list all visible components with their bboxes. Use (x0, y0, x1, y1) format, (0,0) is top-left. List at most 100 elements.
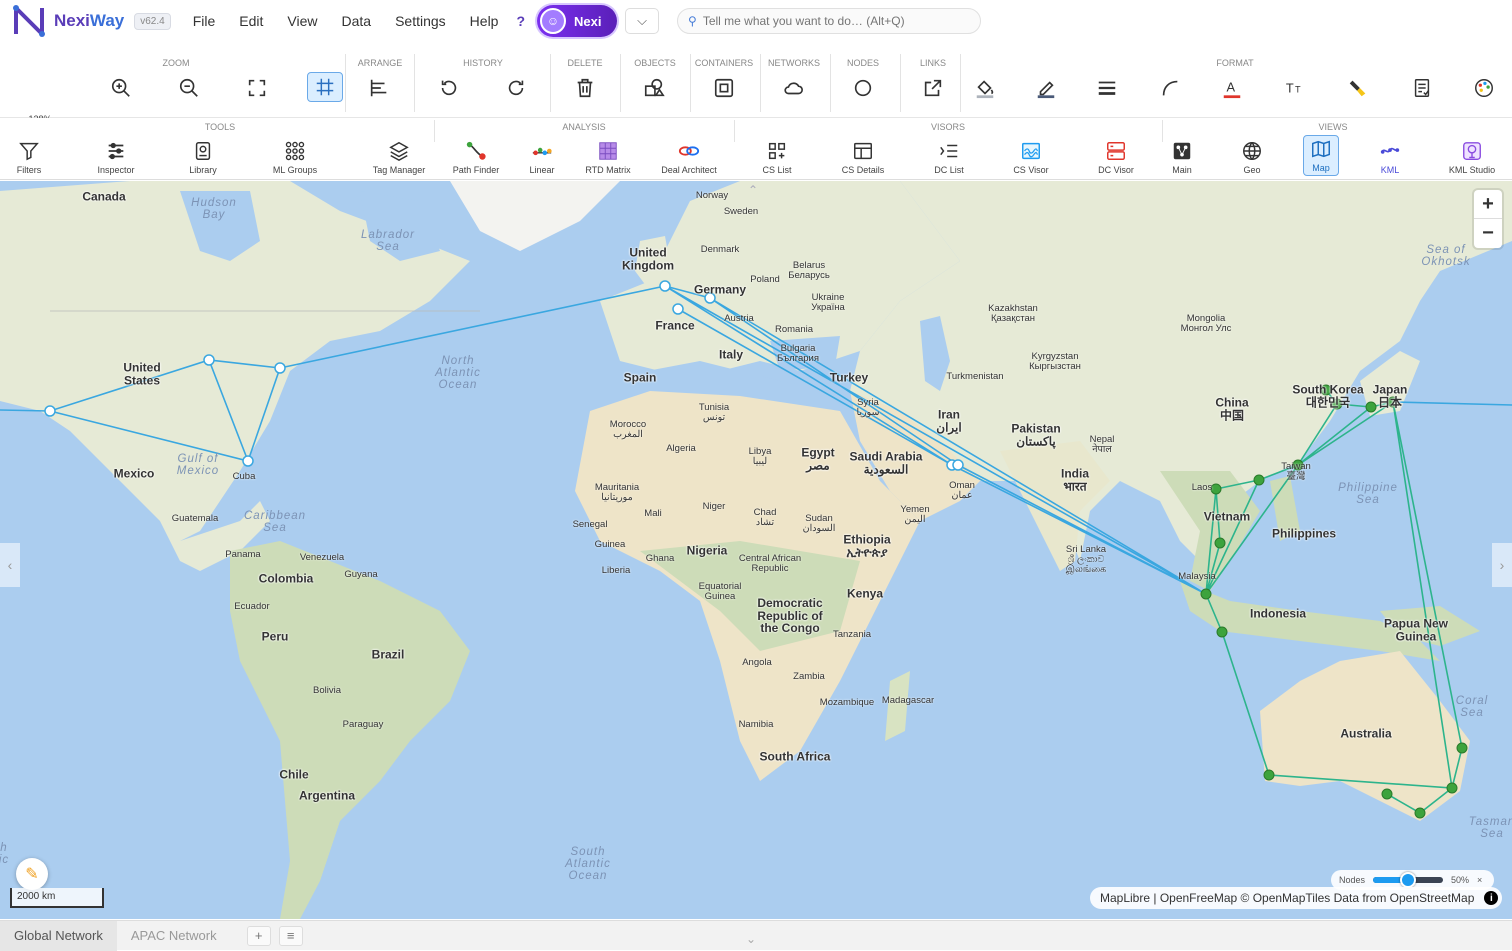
redo-button[interactable] (503, 74, 529, 102)
zoom-in-icon (111, 78, 130, 97)
nodes-button[interactable] (850, 74, 876, 102)
map-label-turkey: Turkey (829, 370, 869, 385)
nexi-assistant-button[interactable]: ☺ Nexi (537, 5, 618, 37)
map-label-namibia: Namibia (738, 719, 774, 731)
library-button[interactable]: Library (180, 138, 226, 176)
dc-visor-button[interactable]: DC Visor (1092, 138, 1140, 176)
separator (734, 120, 735, 142)
kml-studio-button[interactable]: KML Studio (1444, 138, 1500, 176)
cloud-icon (784, 82, 803, 95)
map-label-mongolia: Mongolia Монгол Улс (1180, 313, 1232, 334)
font-size-button[interactable]: TT (1282, 74, 1308, 102)
wave-monitor-icon (1022, 142, 1040, 159)
undo-button[interactable] (436, 74, 462, 102)
networks-button[interactable] (780, 74, 806, 102)
menu-settings[interactable]: Settings (395, 13, 446, 29)
map-label-chad: Chad تشاد (753, 507, 777, 528)
cs-list-button[interactable]: CS List (758, 138, 796, 176)
attribution-link-osm[interactable]: OpenStreetMap (1390, 891, 1475, 905)
line-color-button[interactable] (1033, 74, 1059, 102)
menu-edit[interactable]: Edit (239, 13, 263, 29)
collapse-ribbon-button[interactable]: ⌵ (625, 8, 660, 34)
pan-up-button[interactable]: ⌃ (748, 183, 758, 197)
inspector-button[interactable]: Inspector (88, 138, 144, 176)
group-visors: VISORS (930, 122, 965, 132)
map-zoom-out-button[interactable]: − (1474, 219, 1502, 248)
map-label-sea-of-okhotsk: Sea of Okhotsk (1421, 243, 1471, 268)
tab-menu-button[interactable]: ≡ (278, 925, 303, 946)
tag-manager-button[interactable]: Tag Manager (368, 138, 430, 176)
slider-handle[interactable] (1400, 872, 1417, 888)
map-zoom-in-button[interactable]: + (1474, 190, 1502, 219)
grid-toggle-button[interactable] (307, 72, 343, 102)
rtd-matrix-button[interactable]: RTD Matrix (582, 138, 634, 176)
curve-button[interactable] (1157, 74, 1183, 102)
properties-button[interactable] (1409, 74, 1435, 102)
fullscreen-icon (248, 79, 266, 97)
app-logo[interactable]: NexiWay v62.4 (12, 4, 171, 38)
map-scale-bar: 2000 km (10, 888, 104, 908)
containers-button[interactable] (711, 74, 737, 102)
expand-panel-button[interactable]: ⌄ (746, 932, 756, 946)
arrange-button[interactable] (366, 74, 392, 102)
fill-color-button[interactable] (972, 74, 998, 102)
pan-right-button[interactable]: › (1492, 543, 1512, 587)
fit-screen-button[interactable] (244, 74, 270, 102)
map-label-india: India भारत (1060, 466, 1090, 493)
theme-button[interactable] (1471, 74, 1497, 102)
separator (960, 54, 961, 112)
filter-icon (19, 142, 39, 160)
dc-list-button[interactable]: DC List (928, 138, 970, 176)
path-finder-button[interactable]: Path Finder (448, 138, 504, 176)
cs-details-button[interactable]: CS Details (836, 138, 890, 176)
highlight-button[interactable] (1345, 74, 1371, 102)
tab-apac-network[interactable]: APAC Network (117, 921, 231, 951)
pan-left-button[interactable]: ‹ (0, 543, 20, 587)
zoom-out-button[interactable] (176, 74, 202, 102)
help-question-button[interactable]: ? (516, 13, 525, 29)
map-label-bolivia: Bolivia (313, 685, 341, 697)
add-tab-button[interactable]: + (246, 925, 271, 946)
tab-global-network[interactable]: Global Network (0, 920, 117, 951)
main-view-button[interactable]: Main (1164, 138, 1200, 176)
chevron-down-icon: ⌄ (746, 932, 757, 946)
font-color-button[interactable]: A (1219, 74, 1245, 102)
map-label-guyana: Guyana (344, 569, 378, 581)
map-label-kenya: Kenya (846, 586, 884, 601)
separator (760, 54, 761, 112)
ml-groups-button[interactable]: ML Groups (266, 138, 324, 176)
map-label-bulgaria: Bulgaria България (777, 343, 819, 364)
info-icon[interactable]: i (1484, 891, 1499, 905)
command-search[interactable]: ⚲ (677, 8, 982, 34)
menu-view[interactable]: View (287, 13, 317, 29)
map-canvas[interactable]: Canada Hudson Bay Labrador Sea United State… (0, 181, 1512, 919)
measure-tool-button[interactable]: ✎ (16, 858, 48, 890)
linear-button[interactable]: Linear (522, 138, 562, 176)
map-label-vietnam: Vietnam (1203, 509, 1251, 524)
attribution-link-maplibre[interactable]: MapLibre | OpenFreeMap © OpenMapTiles (1100, 891, 1330, 905)
deal-architect-button[interactable]: Deal Architect (658, 138, 720, 176)
map-label-brazil: Brazil (371, 647, 405, 662)
links-button[interactable] (920, 74, 946, 102)
map-view-button[interactable]: Map (1303, 135, 1339, 176)
zoom-in-button[interactable] (108, 74, 134, 102)
map-label-panama: Panama (225, 549, 261, 561)
close-icon[interactable]: × (1477, 875, 1482, 885)
filters-button[interactable]: Filters (6, 138, 52, 176)
node-size-slider[interactable] (1373, 872, 1444, 888)
geo-view-button[interactable]: Geo (1234, 138, 1270, 176)
map-label-sri-lanka: Sri Lanka ශ්‍රී ලංකාව இலங்கை (1065, 544, 1107, 575)
menu-data[interactable]: Data (342, 13, 372, 29)
svg-text:A: A (1227, 80, 1236, 95)
kml-button[interactable]: KML (1372, 138, 1408, 176)
menu-help[interactable]: Help (470, 13, 499, 29)
line-width-button[interactable] (1094, 74, 1120, 102)
delete-button[interactable] (572, 74, 598, 102)
separator (690, 54, 691, 112)
map-label-south-atlantic: South Atlantic Ocean (565, 845, 611, 883)
menu-file[interactable]: File (193, 13, 216, 29)
sliders-icon (108, 142, 124, 159)
objects-button[interactable] (641, 74, 667, 102)
search-input[interactable] (702, 14, 973, 28)
cs-visor-button[interactable]: CS Visor (1008, 138, 1054, 176)
